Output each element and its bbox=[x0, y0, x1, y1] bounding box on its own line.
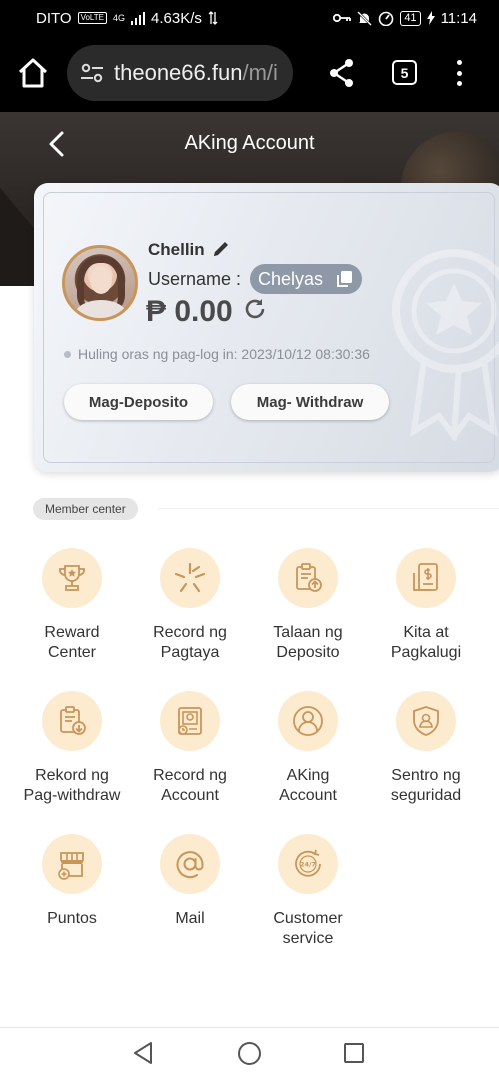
speedometer-icon bbox=[379, 11, 394, 26]
last-login: Huling oras ng pag-log in: 2023/10/12 08… bbox=[64, 346, 370, 362]
menu-label: Mail bbox=[175, 910, 205, 927]
at-sign-icon bbox=[160, 834, 220, 894]
badge-watermark-icon bbox=[392, 249, 499, 441]
menu-label: Talaan ng Deposito bbox=[273, 624, 343, 661]
deposit-record-icon bbox=[278, 548, 338, 608]
menu-withdraw-record[interactable]: Rekord ng Pag-withdraw bbox=[13, 691, 131, 806]
menu-label: Record ng Account bbox=[153, 767, 227, 804]
menu-mail[interactable]: Mail bbox=[131, 834, 249, 929]
menu-aking-account[interactable]: AKing Account bbox=[249, 691, 367, 806]
address-bar[interactable]: theone66.fun/m/i bbox=[67, 45, 293, 101]
menu-bet-record[interactable]: Record ng Pagtaya bbox=[131, 548, 249, 663]
battery-level: 41 bbox=[400, 10, 421, 26]
browser-toolbar: theone66.fun/m/i 5 bbox=[0, 36, 499, 112]
account-record-icon bbox=[160, 691, 220, 751]
username-chip[interactable]: Chelyas bbox=[250, 264, 362, 294]
refresh-icon[interactable] bbox=[243, 297, 267, 321]
url-text: theone66.fun/m/i bbox=[114, 60, 278, 86]
star-burst-icon bbox=[160, 548, 220, 608]
signal-icon bbox=[131, 11, 145, 25]
avatar[interactable] bbox=[62, 245, 138, 321]
menu-deposit-record[interactable]: Talaan ng Deposito bbox=[249, 548, 367, 663]
username-label: Username : bbox=[148, 269, 242, 289]
section-label: Member center bbox=[33, 498, 138, 520]
menu-security-center[interactable]: Sentro ng seguridad bbox=[367, 691, 485, 806]
balance-amount: ₱ 0.00 bbox=[146, 295, 233, 328]
site-settings-icon[interactable] bbox=[79, 60, 105, 86]
trophy-icon bbox=[42, 548, 102, 608]
menu-label: Customer service bbox=[273, 910, 343, 947]
tab-switcher-button[interactable]: 5 bbox=[392, 60, 417, 85]
24-7-icon: 24/7 bbox=[278, 834, 338, 894]
status-bar: DITO VoLTE 4G 4.63K/s 41 11:14 bbox=[0, 0, 499, 36]
pencil-icon[interactable] bbox=[212, 240, 230, 258]
menu-label: AKing Account bbox=[279, 767, 337, 804]
carrier-label: DITO bbox=[36, 9, 72, 27]
menu-profit-loss[interactable]: Kita at Pagkalugi bbox=[367, 548, 485, 663]
clock: 11:14 bbox=[440, 9, 477, 27]
url-path: /m/i bbox=[242, 60, 278, 85]
network-speed: 4.63K/s bbox=[151, 9, 202, 27]
username-value: Chelyas bbox=[258, 268, 324, 289]
withdraw-record-icon bbox=[42, 691, 102, 751]
store-icon bbox=[42, 834, 102, 894]
mute-bell-icon bbox=[357, 10, 373, 26]
share-icon[interactable] bbox=[328, 58, 356, 88]
page-title: AKing Account bbox=[184, 132, 315, 154]
charging-icon bbox=[426, 11, 435, 25]
key-icon bbox=[333, 13, 352, 23]
copy-icon[interactable] bbox=[336, 270, 354, 288]
profit-loss-icon bbox=[396, 548, 456, 608]
shield-user-icon bbox=[396, 691, 456, 751]
data-transfer-icon bbox=[208, 11, 218, 25]
divider bbox=[158, 508, 499, 509]
menu-label: Rekord ng Pag-withdraw bbox=[23, 767, 121, 804]
overflow-menu-icon[interactable] bbox=[452, 58, 466, 88]
deposit-button[interactable]: Mag-Deposito bbox=[64, 384, 213, 420]
menu-label: Kita at Pagkalugi bbox=[390, 624, 462, 661]
menu-label: Reward Center bbox=[44, 624, 100, 661]
home-icon[interactable] bbox=[16, 56, 50, 90]
menu-customer-service[interactable]: 24/7 Customer service bbox=[249, 834, 367, 949]
menu-account-record[interactable]: Record ng Account bbox=[131, 691, 249, 806]
withdraw-button[interactable]: Mag- Withdraw bbox=[231, 384, 389, 420]
user-icon bbox=[278, 691, 338, 751]
nav-home-icon[interactable] bbox=[238, 1042, 261, 1065]
account-card: Chellin Username : Chelyas ₱ 0.00 Huling… bbox=[34, 183, 499, 472]
nickname: Chellin bbox=[148, 240, 205, 259]
bullet-icon bbox=[64, 350, 71, 358]
menu-label: Sentro ng seguridad bbox=[390, 767, 462, 804]
system-nav-bar bbox=[0, 1027, 499, 1080]
volte-badge: VoLTE bbox=[77, 12, 107, 24]
menu-reward-center[interactable]: Reward Center bbox=[13, 548, 131, 663]
last-login-text: Huling oras ng pag-log in: 2023/10/12 08… bbox=[78, 346, 370, 362]
svg-text:24/7: 24/7 bbox=[300, 861, 316, 869]
menu-label: Puntos bbox=[47, 910, 97, 927]
menu-points[interactable]: Puntos bbox=[13, 834, 131, 929]
menu-label: Record ng Pagtaya bbox=[153, 624, 227, 661]
url-domain: theone66.fun bbox=[114, 60, 243, 85]
nav-recents-icon[interactable] bbox=[344, 1043, 364, 1063]
nav-back-icon[interactable] bbox=[132, 1041, 154, 1065]
network-type: 4G bbox=[112, 13, 125, 23]
